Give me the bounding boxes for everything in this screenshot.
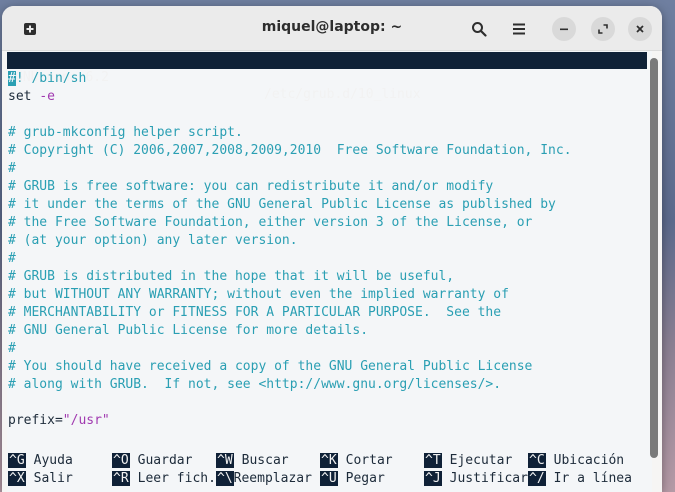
terminal-area[interactable]: GNU nano 6.2 /etc/grub.d/10_linux #! /bi… xyxy=(7,51,652,492)
code-line: # xyxy=(8,251,16,266)
shortcut-go-to-line[interactable]: ^/ Ir a línea xyxy=(528,470,632,488)
shortcut-label: Ubicación xyxy=(553,453,625,468)
shortcut-row-1: ^G Ayuda ^O Guardar ^W Buscar ^K Cortar ^T Ej… xyxy=(8,452,648,470)
code-line: # MERCHANTABILITY or FITNESS FOR A PARTI… xyxy=(8,305,502,320)
code-line: # the Free Software Foundation, either v… xyxy=(8,215,533,230)
shebang-text: ! /bin/sh xyxy=(15,71,87,86)
set-flag: -e xyxy=(39,89,55,104)
shortcut-replace[interactable]: ^\Reemplazar xyxy=(216,470,312,488)
line-shebang: #! /bin/sh xyxy=(8,70,648,88)
maximize-icon[interactable] xyxy=(591,17,615,41)
shortcut-key: ^R xyxy=(112,471,130,486)
shortcut-key: ^C xyxy=(528,453,546,468)
line-blank xyxy=(8,106,648,124)
search-icon[interactable] xyxy=(467,17,491,41)
prefix-value: "/usr" xyxy=(62,413,110,428)
scrollbar-thumb[interactable] xyxy=(650,58,658,458)
code-line: # but WITHOUT ANY WARRANTY; without even… xyxy=(8,287,509,302)
code-line: # Copyright (C) 2006,2007,2008,2009,2010… xyxy=(8,143,572,158)
nano-shortcut-bar: ^G Ayuda ^O Guardar ^W Buscar ^K Cortar ^T Ej… xyxy=(8,452,648,488)
shortcut-key: ^U xyxy=(320,471,338,486)
shortcut-key: ^G xyxy=(8,453,26,468)
shortcut-execute[interactable]: ^T Ejecutar xyxy=(424,452,512,470)
shortcut-key: ^W xyxy=(216,453,234,468)
shortcut-key: ^\ xyxy=(216,471,234,486)
nano-header-bar: GNU nano 6.2 /etc/grub.d/10_linux xyxy=(7,52,647,102)
close-icon[interactable] xyxy=(628,17,652,41)
shortcut-row-2: ^X Salir ^R Leer fich. ^\Reemplazar ^U Pega… xyxy=(8,470,648,488)
text-cursor: # xyxy=(8,71,16,86)
shortcut-label: Guardar xyxy=(137,453,193,468)
title-bar: miquel@laptop: ~ xyxy=(2,6,662,51)
line-blank xyxy=(8,394,648,412)
code-line: # You should have received a copy of the… xyxy=(8,359,533,374)
shortcut-paste[interactable]: ^U Pegar xyxy=(320,470,385,488)
code-line: # (at your option) any later version. xyxy=(8,233,298,248)
shortcut-label: Buscar xyxy=(241,453,289,468)
shortcut-key: ^T xyxy=(424,453,442,468)
code-line: # GRUB is distributed in the hope that i… xyxy=(8,269,455,284)
set-command: set xyxy=(8,89,32,104)
shortcut-cut[interactable]: ^K Cortar xyxy=(320,452,393,470)
code-line: # grub-mkconfig helper script. xyxy=(8,125,243,140)
code-line: # GNU General Public License for more de… xyxy=(8,323,369,338)
code-line: # xyxy=(8,341,16,356)
code-line: # GRUB is free software: you can redistr… xyxy=(8,179,494,194)
line-set: set -e xyxy=(8,88,648,106)
shortcut-read-file[interactable]: ^R Leer fich. xyxy=(112,470,216,488)
shortcut-label: Salir xyxy=(33,471,73,486)
shortcut-key: ^/ xyxy=(528,471,546,486)
shortcut-key: ^J xyxy=(424,471,442,486)
shortcut-key: ^X xyxy=(8,471,26,486)
editor-buffer[interactable]: #! /bin/sh set -e # grub-mkconfig helper… xyxy=(8,70,648,430)
line-prefix: prefix="/usr" xyxy=(8,412,648,430)
shortcut-label: Pegar xyxy=(345,471,385,486)
shortcut-label: Leer fich. xyxy=(137,471,216,486)
shortcut-label: Cortar xyxy=(345,453,393,468)
shortcut-label: Ir a línea xyxy=(553,471,632,486)
shortcut-key: ^K xyxy=(320,453,338,468)
shortcut-key: ^O xyxy=(112,453,130,468)
minimize-icon[interactable] xyxy=(552,17,576,41)
terminal-scrollbar[interactable] xyxy=(649,56,659,486)
terminal-window: miquel@laptop: ~ GNU nano 6.2 /etc/grub.… xyxy=(2,6,662,492)
shortcut-location[interactable]: ^C Ubicación xyxy=(528,452,624,470)
code-line: # along with GRUB. If not, see <http://w… xyxy=(8,377,502,392)
shortcut-justify[interactable]: ^J Justificar xyxy=(424,470,528,488)
hamburger-menu-icon[interactable] xyxy=(507,17,531,41)
shortcut-label: Reemplazar xyxy=(233,471,312,486)
code-line: # it under the terms of the GNU General … xyxy=(8,197,556,212)
shortcut-label: Ayuda xyxy=(33,453,73,468)
code-line: # xyxy=(8,161,16,176)
shortcut-help[interactable]: ^G Ayuda xyxy=(8,452,73,470)
prefix-variable: prefix= xyxy=(8,413,63,428)
shortcut-exit[interactable]: ^X Salir xyxy=(8,470,73,488)
shortcut-search[interactable]: ^W Buscar xyxy=(216,452,289,470)
shortcut-label: Ejecutar xyxy=(449,453,513,468)
shortcut-save[interactable]: ^O Guardar xyxy=(112,452,192,470)
shortcut-label: Justificar xyxy=(449,471,528,486)
